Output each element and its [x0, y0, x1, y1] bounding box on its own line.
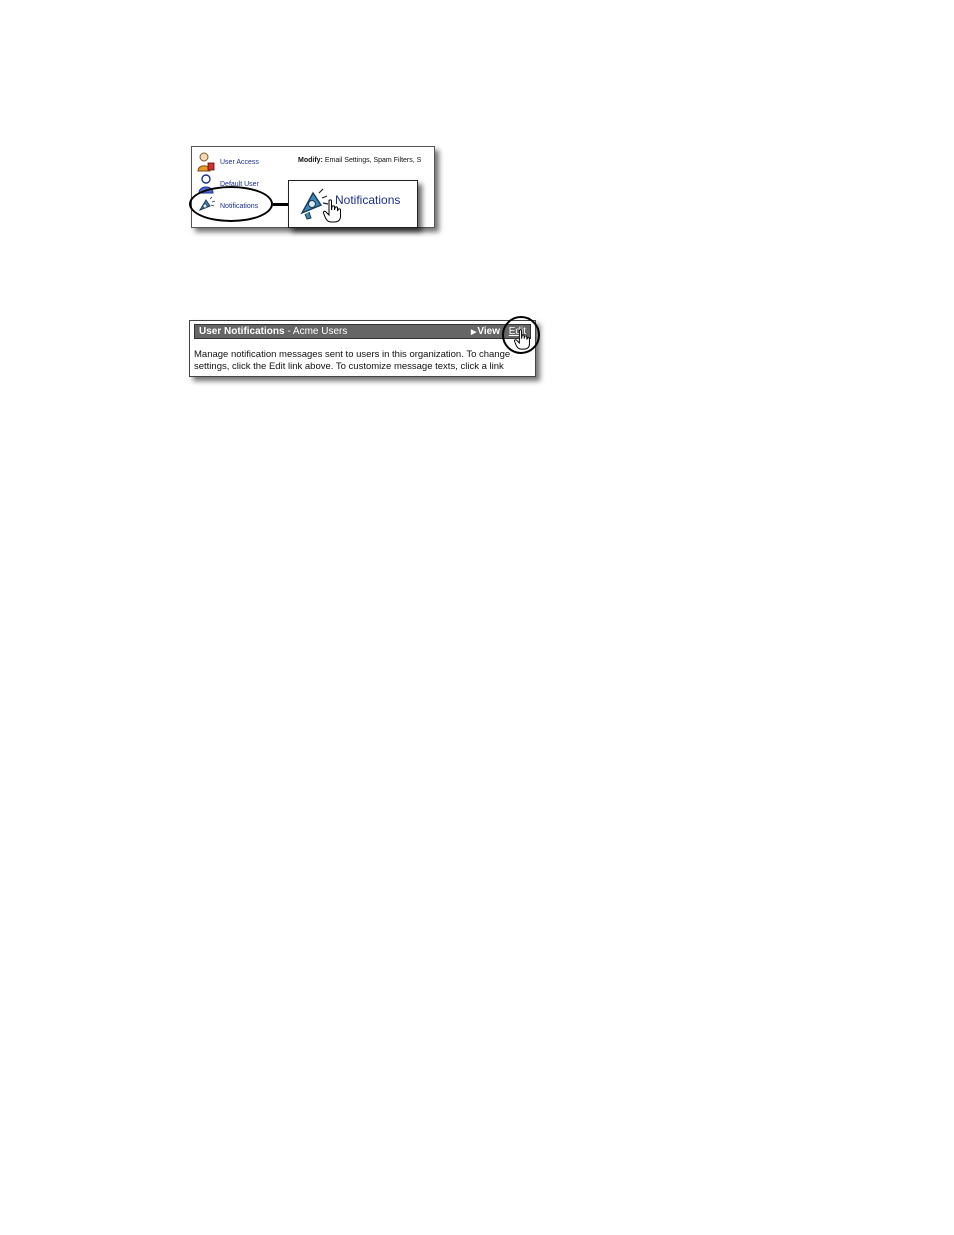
modify-label: Modify: — [298, 157, 323, 164]
panel-description: Manage notification messages sent to use… — [194, 349, 511, 372]
panel-subtitle: - Acme Users — [287, 326, 348, 337]
nav-item-user-access[interactable]: User Access — [196, 151, 259, 173]
nav-item-notifications[interactable]: Notifications — [196, 195, 258, 217]
nav-item-label: Default User — [220, 180, 259, 188]
megaphone-icon — [196, 196, 216, 216]
notifications-panel-screenshot: User Notifications - Acme Users ▶View Ed… — [189, 320, 536, 377]
triangle-right-icon: ▶ — [471, 329, 477, 336]
view-label: View — [477, 326, 500, 337]
user-access-icon — [196, 152, 216, 172]
zoom-callout-notifications: Notifications — [288, 180, 418, 228]
panel-title-text: User Notifications — [199, 326, 285, 337]
zoom-label: Notifications — [335, 193, 401, 207]
panel-title: User Notifications - Acme Users — [199, 325, 347, 338]
nav-item-default-user[interactable]: Default User — [196, 173, 259, 195]
panel-titlebar: User Notifications - Acme Users ▶View Ed… — [194, 324, 531, 339]
modify-line: Modify: Email Settings, Spam Filters, S — [298, 157, 421, 164]
nav-item-label: User Access — [220, 158, 259, 166]
nav-item-label: Notifications — [220, 202, 259, 210]
default-user-icon — [196, 174, 216, 194]
view-link[interactable]: ▶View — [471, 325, 500, 339]
hand-cursor-icon — [514, 329, 530, 350]
modify-text: Email Settings, Spam Filters, S — [324, 157, 422, 164]
hand-cursor-icon — [322, 199, 341, 223]
